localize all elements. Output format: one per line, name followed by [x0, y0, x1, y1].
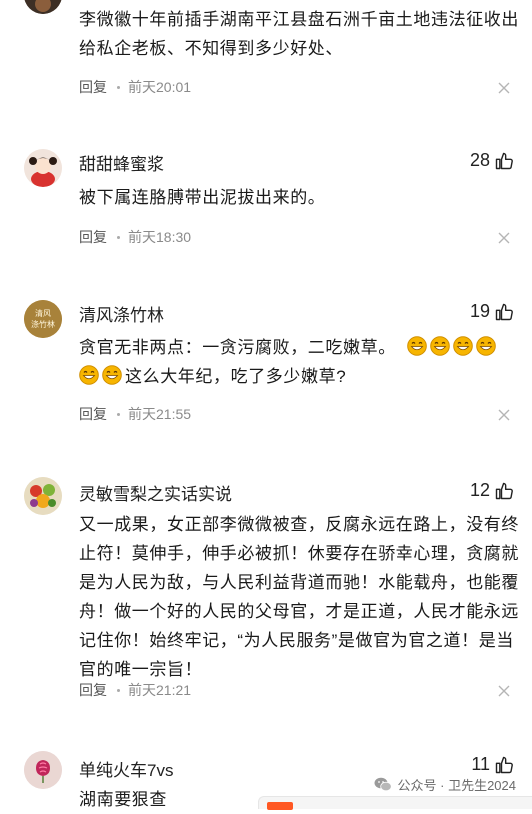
- avatar[interactable]: [24, 149, 62, 187]
- wechat-icon: [374, 777, 392, 792]
- commenter-name[interactable]: 单纯火车7vs: [79, 756, 173, 781]
- comment-meta: 回复 前天21:55: [79, 404, 191, 424]
- toolbar-badge: [267, 802, 293, 810]
- separator-dot: [117, 235, 120, 239]
- thumbs-up-icon[interactable]: [494, 755, 514, 775]
- avatar-image: [24, 149, 62, 187]
- watermark-text: 公众号 · 卫先生2024: [397, 778, 516, 793]
- avatar-image: 清风 涤竹林: [24, 300, 62, 338]
- like-count[interactable]: 12: [470, 480, 514, 501]
- thumbs-up-icon[interactable]: [494, 151, 514, 171]
- comment-meta: 回复 前天18:30: [79, 227, 191, 247]
- like-count-value: 28: [469, 150, 490, 170]
- avatar[interactable]: [24, 0, 62, 14]
- watermark: 公众号 · 卫先生2024: [374, 775, 516, 794]
- commenter-name[interactable]: 灵敏雪梨之实话实说: [79, 480, 232, 505]
- close-icon[interactable]: [498, 685, 510, 697]
- like-count[interactable]: 11: [471, 754, 514, 775]
- comment-text: 被下属连胳膊带出泥拔出来的。: [79, 188, 326, 207]
- commenter-name[interactable]: 清风涤竹林: [79, 301, 164, 326]
- comment-meta: 回复 前天21:21: [79, 680, 191, 700]
- reply-button[interactable]: 回复: [79, 404, 107, 424]
- separator-dot: [117, 412, 120, 416]
- comment-text: 贪官无非两点：一贪污腐败，二吃嫩草。 这么大年纪，吃了多少嫩草?: [79, 333, 519, 391]
- reply-button[interactable]: 回复: [79, 77, 107, 97]
- comment-time: 前天21:55: [128, 406, 192, 422]
- avatar[interactable]: [24, 751, 62, 789]
- comment-text-part: 贪官无非两点：一贪污腐败，二吃嫩草。: [79, 338, 396, 357]
- close-icon[interactable]: [498, 82, 510, 94]
- bottom-toolbar: [258, 796, 532, 810]
- reply-button[interactable]: 回复: [79, 227, 107, 247]
- avatar[interactable]: [24, 477, 62, 515]
- avatar-image: [24, 0, 62, 14]
- comment-text: 又一成果，女正部李微微被查，反腐永远在路上，没有终止符！莫伸手，伸手必被抓！休要…: [79, 515, 519, 679]
- separator-dot: [117, 688, 120, 692]
- comment-text-part: 这么大年纪，吃了多少嫩草?: [125, 367, 347, 386]
- avatar-image: [24, 477, 62, 515]
- like-count[interactable]: 19: [470, 301, 514, 322]
- close-icon[interactable]: [498, 409, 510, 421]
- grin-emoji-icon: [79, 365, 99, 385]
- svg-text:涤竹林: 涤竹林: [31, 319, 55, 329]
- like-count[interactable]: 28: [470, 150, 514, 171]
- avatar[interactable]: 清风 涤竹林: [24, 300, 62, 338]
- grin-emoji-icon: [102, 365, 122, 385]
- comment-meta: 回复 前天20:01: [79, 77, 191, 97]
- reply-button[interactable]: 回复: [79, 680, 107, 700]
- grin-emoji-icon: [476, 336, 496, 356]
- separator-dot: [117, 85, 120, 89]
- grin-emoji-icon: [430, 336, 450, 356]
- thumbs-up-icon[interactable]: [494, 302, 514, 322]
- grin-emoji-icon: [453, 336, 473, 356]
- close-icon[interactable]: [498, 232, 510, 244]
- like-count-value: 11: [471, 754, 490, 774]
- comment-time: 前天18:30: [128, 229, 192, 245]
- commenter-name[interactable]: 甜甜蜂蜜浆: [79, 150, 164, 175]
- grin-emoji-icon: [407, 336, 427, 356]
- comment-time: 前天21:21: [128, 682, 192, 698]
- like-count-value: 12: [469, 480, 490, 500]
- thumbs-up-icon[interactable]: [494, 481, 514, 501]
- svg-text:清风: 清风: [35, 308, 51, 318]
- avatar-image: [24, 751, 62, 789]
- comment-time: 前天20:01: [128, 79, 192, 95]
- like-count-value: 19: [469, 301, 490, 321]
- comment-text: 李微徽十年前插手湖南平江县盘石洲千亩土地违法征收出给私企老板、不知得到多少好处、: [79, 10, 519, 58]
